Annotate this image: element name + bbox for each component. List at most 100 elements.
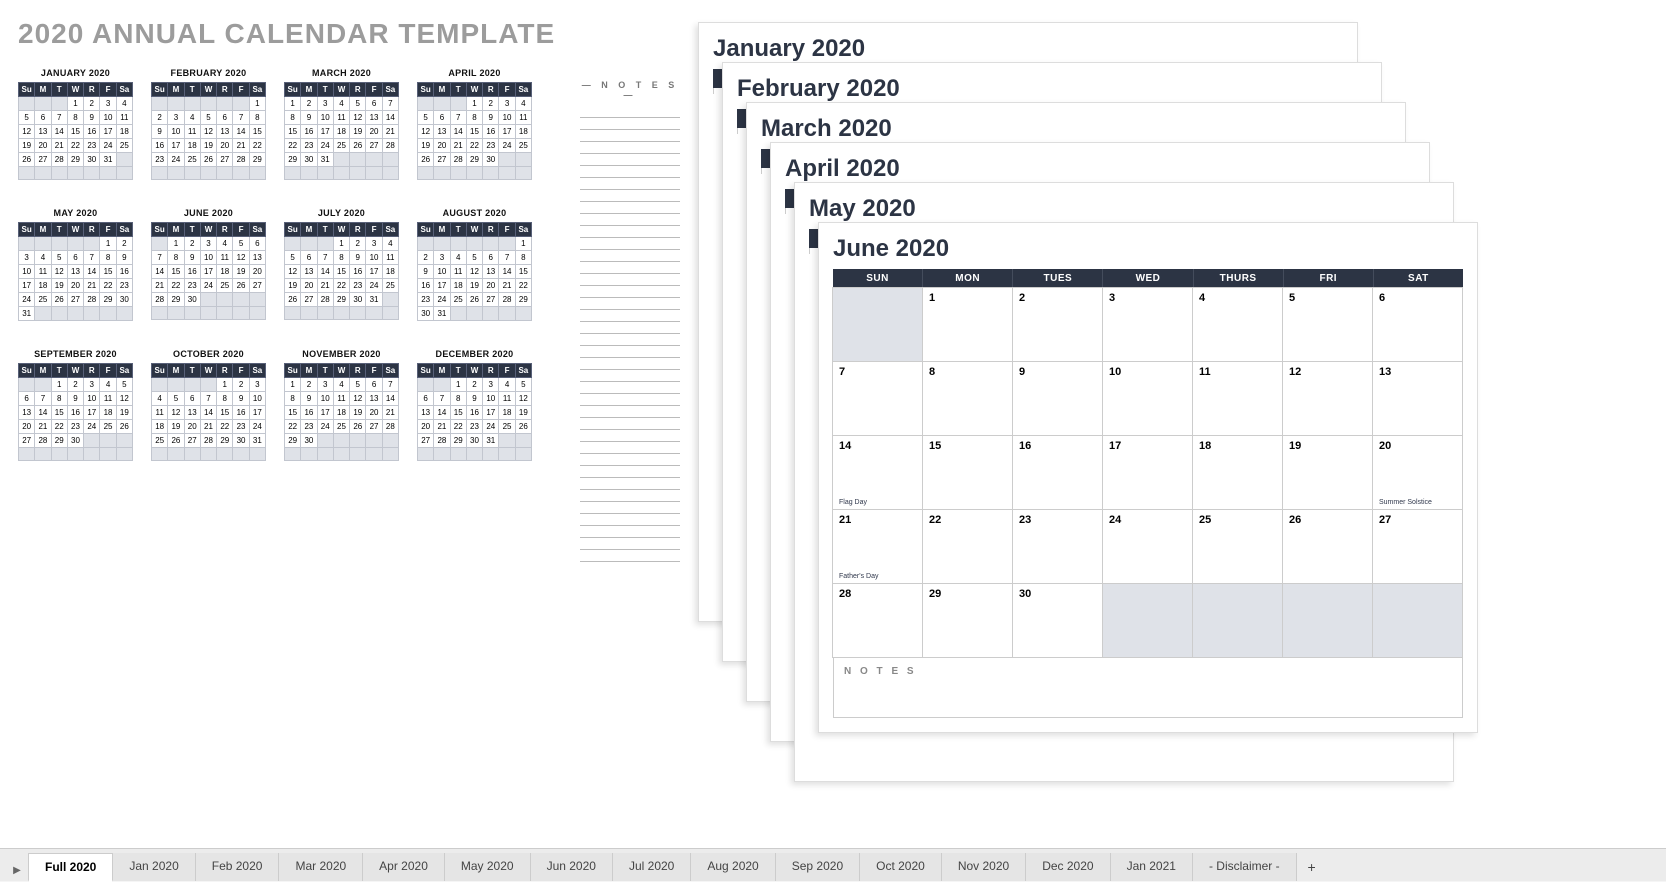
note-line[interactable] [580,370,680,382]
day-cell[interactable]: 18 [1192,435,1283,510]
add-sheet-button[interactable]: + [1297,853,1327,881]
day-cell[interactable]: 26 [1282,509,1373,584]
note-line[interactable] [580,358,680,370]
day-cell[interactable]: 29 [922,583,1013,658]
day-cell[interactable]: 9 [1012,361,1103,436]
note-line[interactable] [580,286,680,298]
day-cell[interactable]: 1 [922,287,1013,362]
day-cell[interactable]: 7 [832,361,923,436]
note-line[interactable] [580,250,680,262]
mini-day-cell: 14 [200,406,216,420]
sheet-notes-box[interactable]: N O T E S [833,658,1463,718]
note-line[interactable] [580,514,680,526]
day-cell[interactable]: 16 [1012,435,1103,510]
sheet-tab[interactable]: Dec 2020 [1026,853,1110,881]
day-cell[interactable]: 27 [1372,509,1463,584]
day-cell[interactable]: 24 [1102,509,1193,584]
day-cell[interactable]: 11 [1192,361,1283,436]
note-line[interactable] [580,118,680,130]
sheet-tab[interactable]: Sep 2020 [776,853,860,881]
note-line[interactable] [580,430,680,442]
sheet-tab[interactable]: Mar 2020 [279,853,363,881]
note-line[interactable] [580,202,680,214]
sheet-tab[interactable]: Aug 2020 [691,853,775,881]
day-cell[interactable]: 6 [1372,287,1463,362]
day-cell[interactable]: 8 [922,361,1013,436]
day-cell[interactable]: 21Father's Day [832,509,923,584]
sheet-tab[interactable]: - Disclaimer - [1193,853,1297,881]
mini-day-cell: 5 [285,251,301,265]
note-line[interactable] [580,130,680,142]
note-line[interactable] [580,454,680,466]
day-cell[interactable] [1372,583,1463,658]
note-line[interactable] [580,154,680,166]
note-line[interactable] [580,346,680,358]
note-line[interactable] [580,526,680,538]
day-cell[interactable]: 15 [922,435,1013,510]
note-line[interactable] [580,262,680,274]
day-number: 27 [1379,514,1456,526]
note-line[interactable] [580,382,680,394]
note-line[interactable] [580,142,680,154]
day-cell[interactable]: 22 [922,509,1013,584]
mini-day-cell: 1 [285,378,301,392]
mini-day-cell: 11 [382,251,398,265]
mini-day-cell [317,434,333,448]
note-line[interactable] [580,226,680,238]
note-line[interactable] [580,502,680,514]
mini-day-cell: 18 [450,279,466,293]
note-line[interactable] [580,178,680,190]
note-line[interactable] [580,334,680,346]
day-cell[interactable]: 23 [1012,509,1103,584]
note-line[interactable] [580,394,680,406]
note-line[interactable] [580,106,680,118]
day-cell[interactable]: 20Summer Solstice [1372,435,1463,510]
note-line[interactable] [580,442,680,454]
day-cell[interactable]: 13 [1372,361,1463,436]
day-cell[interactable]: 14Flag Day [832,435,923,510]
sheet-tab[interactable]: May 2020 [445,853,531,881]
note-line[interactable] [580,490,680,502]
note-line[interactable] [580,478,680,490]
note-line[interactable] [580,466,680,478]
day-cell[interactable]: 30 [1012,583,1103,658]
sheet-tab[interactable]: Jan 2020 [113,853,195,881]
note-line[interactable] [580,166,680,178]
tab-prev-icon[interactable]: ▶ [6,859,28,881]
sheet-tab[interactable]: Full 2020 [28,853,113,882]
note-line[interactable] [580,298,680,310]
note-line[interactable] [580,538,680,550]
day-cell[interactable] [1102,583,1193,658]
day-cell[interactable]: 10 [1102,361,1193,436]
day-cell[interactable]: 4 [1192,287,1283,362]
day-cell[interactable]: 19 [1282,435,1373,510]
day-cell[interactable]: 5 [1282,287,1373,362]
mini-day-cell [366,153,382,167]
day-cell[interactable] [1192,583,1283,658]
day-cell[interactable] [832,287,923,362]
sheet-tab[interactable]: Oct 2020 [860,853,942,881]
sheet-tab[interactable]: Jan 2021 [1111,853,1193,881]
day-cell[interactable]: 17 [1102,435,1193,510]
day-cell[interactable]: 12 [1282,361,1373,436]
day-cell[interactable]: 2 [1012,287,1103,362]
note-line[interactable] [580,550,680,562]
day-cell[interactable]: 3 [1102,287,1193,362]
sheet-tab[interactable]: Jun 2020 [531,853,613,881]
sheet-tab[interactable]: Feb 2020 [196,853,280,881]
sheet-tab[interactable]: Apr 2020 [363,853,445,881]
sheet-tab[interactable]: Nov 2020 [942,853,1026,881]
day-cell[interactable]: 28 [832,583,923,658]
note-line[interactable] [580,418,680,430]
day-cell[interactable] [1282,583,1373,658]
note-line[interactable] [580,406,680,418]
note-line[interactable] [580,214,680,226]
note-line[interactable] [580,238,680,250]
note-line[interactable] [580,310,680,322]
note-line[interactable] [580,190,680,202]
day-cell[interactable]: 25 [1192,509,1283,584]
note-line[interactable] [580,322,680,334]
sheet-tab[interactable]: Jul 2020 [613,853,691,881]
note-line[interactable] [580,274,680,286]
mini-day-cell: 29 [333,293,349,307]
